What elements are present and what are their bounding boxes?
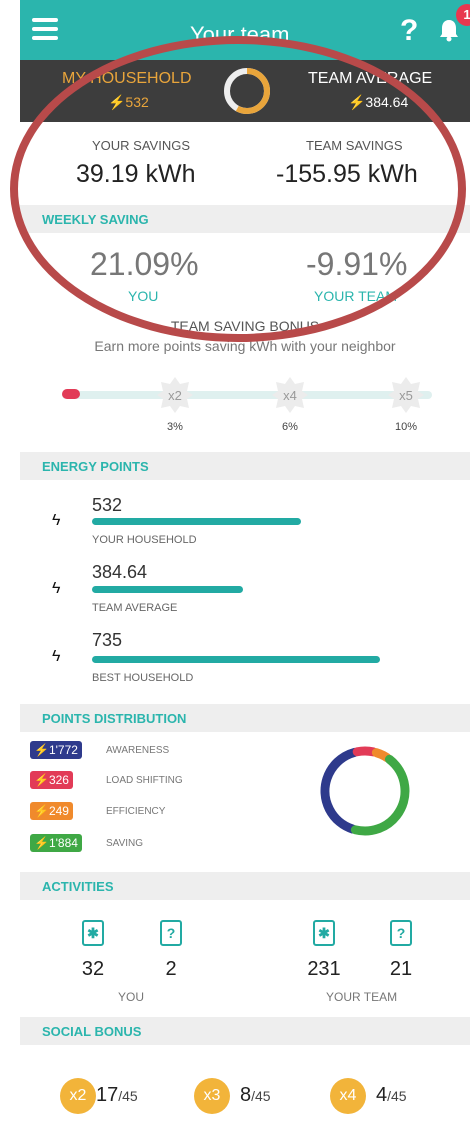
your-household-points: 532: [92, 495, 123, 515]
saving-points-chip: ⚡1'884: [30, 834, 82, 852]
completed-activities-icon: ✱: [82, 920, 104, 946]
social-bonus-total: /45: [118, 1088, 138, 1104]
you-weekly-label: YOU: [128, 288, 159, 304]
bonus-level-pct: 3%: [167, 421, 183, 433]
your-savings-label: YOUR SAVINGS: [92, 138, 191, 153]
your-household-label: YOUR HOUSEHOLD: [92, 534, 197, 546]
my-household-value: ⚡532: [108, 94, 149, 110]
weekly-saving-header: WEEKLY SAVING: [20, 205, 470, 233]
social-bonus-score: 4/45: [376, 1084, 407, 1107]
awareness-slice: [320, 746, 410, 836]
social-bonus-header: SOCIAL BONUS: [20, 1017, 470, 1045]
my-household-label: MY HOUSEHOLD: [62, 70, 192, 87]
social-bonus-value: 8: [240, 1084, 252, 1106]
you-weekly-pct: 21.09%: [90, 246, 199, 282]
social-multiplier-badge: x3: [194, 1078, 230, 1114]
bonus-level-pct: 10%: [394, 421, 418, 433]
completed-activities-icon: ✱: [313, 920, 335, 946]
social-bonus-score: 17/45: [96, 1084, 138, 1107]
team-weekly-pct: -9.91%: [306, 246, 408, 282]
saving-slice: [320, 746, 410, 836]
household-strip: MY HOUSEHOLD ⚡532 TEAM AVERAGE ⚡384.64: [20, 60, 470, 122]
efficiency-label: EFFICIENCY: [106, 806, 166, 817]
bolt-icon: ϟ: [52, 648, 61, 665]
bonus-progress-fill: [62, 389, 80, 399]
best-household-points: 735: [92, 630, 123, 650]
best-household-label: BEST HOUSEHOLD: [92, 672, 194, 684]
efficiency-points-chip: ⚡249: [30, 802, 73, 820]
team-average-label: TEAM AVERAGE: [308, 70, 433, 87]
pending-activities-icon: ?: [160, 920, 182, 946]
team-savings-value: -155.95 kWh: [276, 160, 418, 188]
awareness-label: AWARENESS: [106, 745, 170, 756]
team-average-points: 384.64: [92, 562, 148, 582]
comparison-ring: [224, 68, 270, 114]
bolt-icon: ϟ: [52, 512, 61, 529]
social-multiplier-badge: x2: [60, 1078, 96, 1114]
your-household-bar: [92, 518, 301, 525]
bolt-icon: ϟ: [52, 580, 61, 597]
awareness-points-chip: ⚡1'772: [30, 741, 82, 759]
social-bonus-score: 8/45: [240, 1084, 271, 1107]
team-average-value: ⚡384.64: [348, 94, 409, 110]
energy-points-header: ENERGY POINTS: [20, 452, 470, 480]
team-saving-bonus-subtitle: Earn more points saving kWh with your ne…: [94, 338, 396, 354]
team-average-bar: [92, 586, 243, 593]
points-distribution-header: POINTS DISTRIBUTION: [20, 704, 470, 732]
your-savings-value: 39.19 kWh: [76, 160, 196, 188]
load-shifting-slice: [320, 746, 410, 836]
you-completed-count: 32: [81, 958, 105, 980]
pending-activities-icon: ?: [390, 920, 412, 946]
social-bonus-value: 4: [376, 1084, 388, 1106]
best-household-bar: [92, 656, 380, 663]
load-shifting-label: LOAD SHIFTING: [106, 775, 183, 786]
team-completed-count: 231: [307, 958, 341, 980]
efficiency-slice: [320, 746, 410, 836]
help-icon[interactable]: ?: [400, 14, 418, 48]
social-bonus-total: /45: [251, 1088, 271, 1104]
team-weekly-label: YOUR TEAM: [314, 288, 397, 304]
bonus-level-label: x2: [168, 388, 182, 403]
load-shifting-points-chip: ⚡326: [30, 771, 73, 789]
points-donut-chart: [320, 746, 410, 836]
activities-you-label: YOU: [118, 990, 145, 1004]
social-bonus-value: 17: [96, 1084, 119, 1106]
team-pending-count: 21: [389, 958, 413, 980]
page-title: Your team: [190, 22, 290, 47]
menu-icon[interactable]: [32, 18, 58, 40]
social-multiplier-badge: x4: [330, 1078, 366, 1114]
you-pending-count: 2: [165, 958, 177, 980]
bonus-level-label: x4: [283, 388, 297, 403]
bonus-level-pct: 6%: [282, 421, 298, 433]
bonus-progress-track: [62, 391, 432, 399]
social-bonus-total: /45: [387, 1088, 407, 1104]
activities-team-label: YOUR TEAM: [326, 990, 398, 1004]
bonus-level-label: x5: [399, 388, 413, 403]
team-saving-bonus-title: TEAM SAVING BONUS: [170, 318, 320, 334]
app-header: Your team ? 1: [20, 0, 470, 60]
team-average-label: TEAM AVERAGE: [92, 602, 178, 614]
saving-label: SAVING: [106, 838, 144, 849]
bell-icon[interactable]: [438, 18, 460, 42]
activities-header: ACTIVITIES: [20, 872, 470, 900]
team-savings-label: TEAM SAVINGS: [306, 138, 403, 153]
